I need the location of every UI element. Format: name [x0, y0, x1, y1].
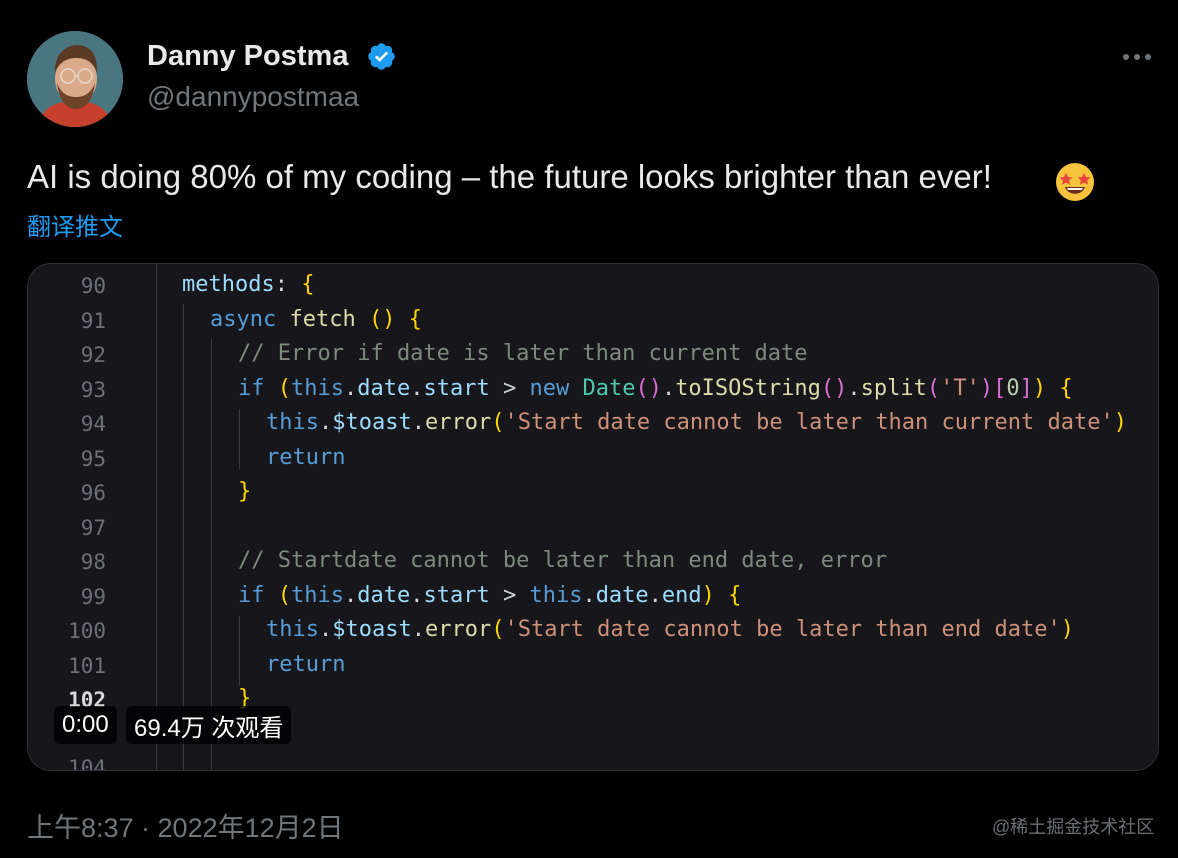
- code-line: methods: {: [182, 272, 315, 297]
- line-number: 95: [80, 447, 106, 471]
- code-line: this.$toast.error('Start date cannot be …: [266, 410, 1127, 435]
- line-number: 100: [68, 619, 106, 643]
- line-number: 98: [80, 550, 106, 574]
- line-number: 96: [80, 481, 106, 505]
- code-line: async fetch () {: [210, 307, 422, 332]
- star-struck-emoji-icon: [1056, 163, 1094, 201]
- code-line: // Error if date is later than current d…: [238, 341, 808, 366]
- code-line: // Startdate cannot be later than end da…: [238, 548, 888, 573]
- video-time-badge: 0:00: [54, 706, 117, 744]
- translate-tweet-link[interactable]: 翻译推文: [27, 207, 123, 242]
- line-number: 94: [80, 412, 106, 436]
- line-number: 90: [80, 274, 106, 298]
- line-number: 104: [68, 756, 106, 771]
- line-number: 91: [80, 309, 106, 333]
- code-line: }: [238, 479, 252, 504]
- verified-badge-icon: [368, 43, 395, 70]
- view-count-badge: 69.4万 次观看: [126, 706, 292, 744]
- more-options-icon[interactable]: [1123, 50, 1159, 64]
- watermark: @稀土掘金技术社区: [992, 817, 1155, 837]
- code-line: if (this.date.start > this.date.end) {: [238, 583, 742, 608]
- avatar[interactable]: [27, 31, 123, 127]
- line-number: 93: [80, 378, 106, 402]
- line-number: 97: [80, 516, 106, 540]
- code-line: return: [266, 445, 346, 470]
- code-line: if (this.date.start > new Date().toISOSt…: [238, 376, 1073, 401]
- code-line: this.$toast.error('Start date cannot be …: [266, 617, 1074, 642]
- author-name[interactable]: Danny Postma: [147, 40, 348, 73]
- code-editor-frame: 90 91 92 93 94 95 96 97 98 99 100 101 10…: [28, 264, 1158, 770]
- line-number: 92: [80, 343, 106, 367]
- tweet-timestamp[interactable]: 上午8:37 · 2022年12月2日: [27, 806, 344, 845]
- code-line: return: [266, 652, 346, 677]
- line-number: 99: [80, 585, 106, 609]
- line-number: 101: [68, 654, 106, 678]
- tweet-text: AI is doing 80% of my coding – the futur…: [27, 158, 992, 195]
- video-player[interactable]: 90 91 92 93 94 95 96 97 98 99 100 101 10…: [27, 263, 1159, 771]
- author-handle[interactable]: @dannypostmaa: [147, 81, 359, 113]
